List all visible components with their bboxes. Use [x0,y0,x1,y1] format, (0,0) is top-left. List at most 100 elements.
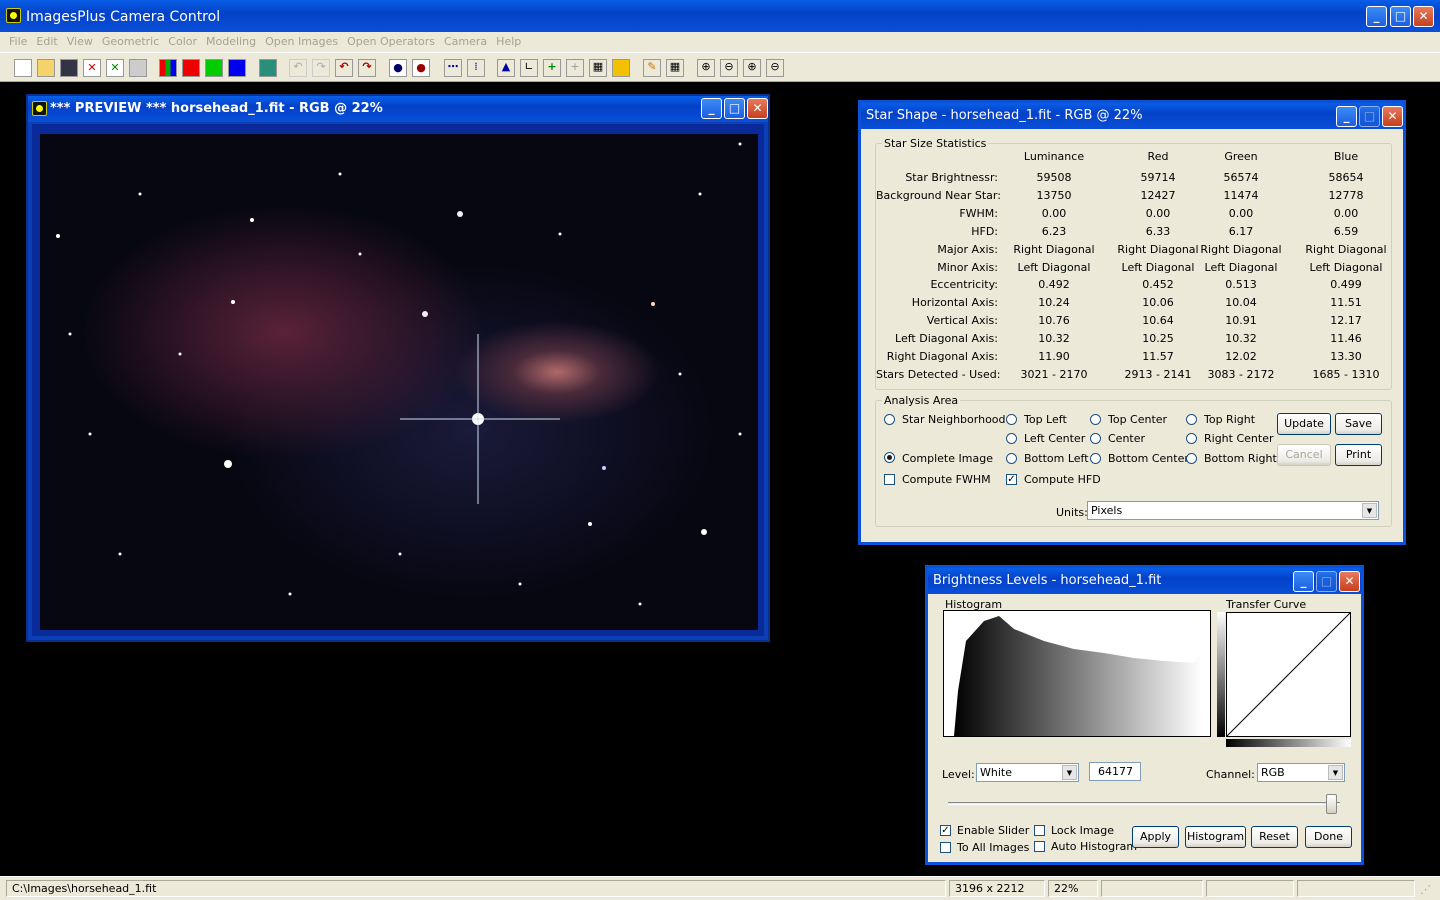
cancel-button[interactable]: Cancel [1277,444,1331,466]
blue-dot-icon[interactable]: ● [389,59,407,77]
checkbox-enable-slider[interactable]: ✓ [940,825,951,836]
undo-disabled-icon[interactable]: ↶ [289,59,307,77]
green-channel-icon[interactable] [205,59,223,77]
close-all-icon[interactable]: ✕ [106,59,124,77]
stat-cell: 10.04 [1225,296,1257,310]
radio-star-neighborhood[interactable] [884,414,895,425]
apply-button[interactable]: Apply [1132,826,1179,848]
minimize-icon[interactable]: _ [1366,6,1387,27]
menu-open-operators[interactable]: Open Operators [347,32,435,48]
preview-icon[interactable] [32,101,47,116]
menu-help[interactable]: Help [496,32,521,48]
new-icon[interactable] [14,59,32,77]
radio-top-center[interactable] [1090,414,1101,425]
checkbox-to-all-images[interactable] [940,842,951,853]
channel-select[interactable]: RGB ▼ [1257,763,1345,782]
radio-bottom-right[interactable] [1186,453,1197,464]
channel-dropdown-icon[interactable]: ▼ [1328,765,1343,780]
level-slider-thumb[interactable] [1326,794,1337,814]
zoom-in-icon[interactable]: ⊕ [697,59,715,77]
menu-view[interactable]: View [67,32,93,48]
app-icon[interactable] [6,8,21,23]
grid-icon[interactable] [259,59,277,77]
save-icon[interactable] [60,59,78,77]
redo-disabled-icon[interactable]: ↷ [312,59,330,77]
maximize-icon[interactable]: □ [1390,6,1411,27]
radio-bottom-left[interactable] [1006,453,1017,464]
undo-icon[interactable]: ↶ [335,59,353,77]
zoom-actual-icon[interactable]: ⊖ [766,59,784,77]
transfer-curve-plot[interactable] [1226,612,1351,737]
star-field [56,142,742,606]
update-button[interactable]: Update [1277,413,1331,435]
histogram-icon[interactable]: ▲ [497,59,515,77]
radio-left-center[interactable] [1006,433,1017,444]
preview-maximize-icon[interactable]: □ [724,98,745,119]
crosshair-icon[interactable]: + [566,59,584,77]
close-image-icon[interactable]: ✕ [83,59,101,77]
menu-color[interactable]: Color [168,32,197,48]
save-button[interactable]: Save [1335,413,1382,435]
rgb-icon[interactable] [159,59,177,77]
menu-geometric[interactable]: Geometric [102,32,159,48]
stat-cell: 0.492 [1038,278,1070,292]
checkbox-auto-histogram[interactable] [1034,841,1045,852]
scatter-icon[interactable]: ⁞ [467,59,485,77]
histogram-plot[interactable] [943,610,1211,737]
axis-icon[interactable]: ∟ [520,59,538,77]
dots-icon[interactable]: ⋯ [444,59,462,77]
checkbox-lock-image[interactable] [1034,825,1045,836]
levels-maximize-icon[interactable]: □ [1316,571,1337,592]
radio-top-left[interactable] [1006,414,1017,425]
star-maximize-icon[interactable]: □ [1359,106,1380,127]
levels-close-icon[interactable]: ✕ [1339,571,1360,592]
table-icon[interactable]: ▦ [666,59,684,77]
open-icon[interactable] [37,59,55,77]
crosshair-green-icon[interactable]: + [543,59,561,77]
preview-minimize-icon[interactable]: _ [701,98,722,119]
level-select[interactable]: White ▼ [976,763,1079,782]
level-number-input[interactable]: 64177 [1089,762,1141,781]
pencil-icon[interactable]: ✎ [643,59,661,77]
star-close-icon[interactable]: ✕ [1382,106,1403,127]
picture-icon[interactable] [612,59,630,77]
calculator-icon[interactable]: ▦ [589,59,607,77]
label-enable-slider: Enable Slider [957,824,1030,837]
windows-icon[interactable] [129,59,147,77]
units-value: Pixels [1091,504,1123,517]
menu-modeling[interactable]: Modeling [206,32,256,48]
menu-open-images[interactable]: Open Images [265,32,338,48]
close-icon[interactable]: ✕ [1413,6,1434,27]
radio-top-right[interactable] [1186,414,1197,425]
red-dot-icon[interactable]: ● [412,59,430,77]
zoom-out-icon[interactable]: ⊖ [720,59,738,77]
radio-bottom-center[interactable] [1090,453,1101,464]
checkbox-compute-fwhm[interactable] [884,474,895,485]
radio-center[interactable] [1090,433,1101,444]
histogram-button[interactable]: Histogram [1185,826,1246,848]
radio-complete-image[interactable] [884,452,895,463]
blue-channel-icon[interactable] [228,59,246,77]
units-dropdown-icon[interactable]: ▼ [1362,503,1377,518]
done-button[interactable]: Done [1305,826,1352,848]
units-select[interactable]: Pixels ▼ [1087,501,1379,520]
level-dropdown-icon[interactable]: ▼ [1062,765,1077,780]
label-bottom-center: Bottom Center [1108,452,1189,465]
star-minimize-icon[interactable]: _ [1336,106,1357,127]
preview-close-icon[interactable]: ✕ [747,98,768,119]
level-slider-track[interactable] [948,802,1340,805]
menu-edit[interactable]: Edit [36,32,57,48]
print-button[interactable]: Print [1335,444,1382,466]
reset-button[interactable]: Reset [1251,826,1298,848]
menu-file[interactable]: File [9,32,27,48]
redo-icon[interactable]: ↷ [358,59,376,77]
label-compute-hfd: Compute HFD [1024,473,1101,486]
red-channel-icon[interactable] [182,59,200,77]
resize-grip-icon[interactable]: ⋰ [1420,883,1434,897]
levels-minimize-icon[interactable]: _ [1293,571,1314,592]
zoom-fit-icon[interactable]: ⊕ [743,59,761,77]
radio-right-center[interactable] [1186,433,1197,444]
menu-camera[interactable]: Camera [444,32,487,48]
checkbox-compute-hfd[interactable]: ✓ [1006,474,1017,485]
preview-image[interactable] [40,134,758,630]
